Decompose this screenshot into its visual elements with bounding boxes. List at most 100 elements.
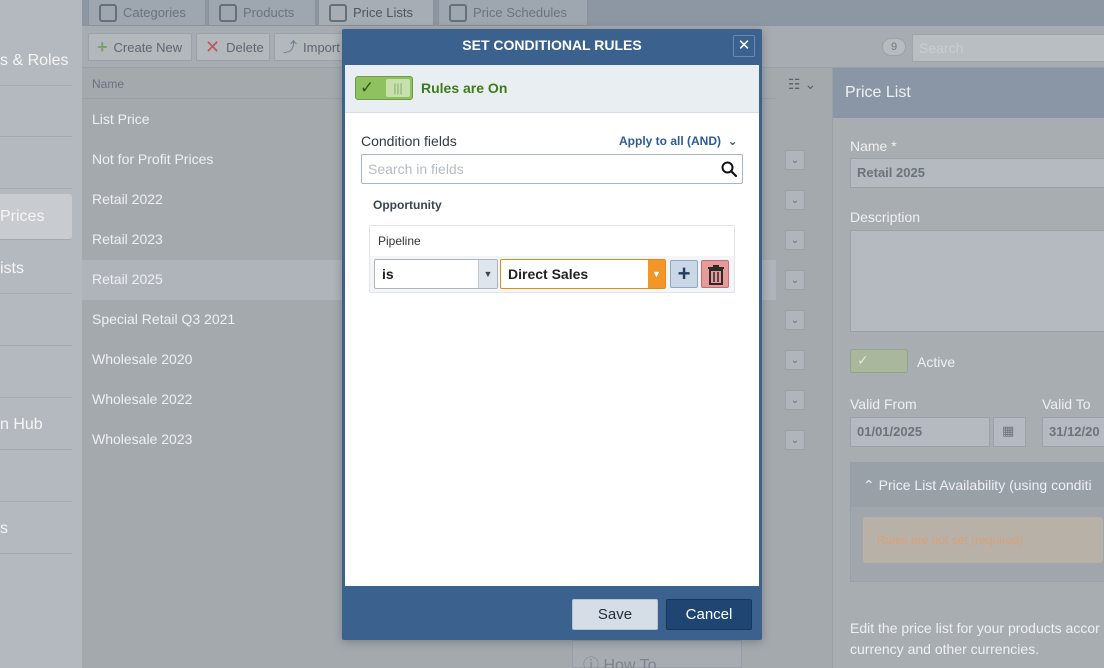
- value-select[interactable]: Direct Sales ▼: [500, 259, 666, 289]
- row-menu-chevron-icon[interactable]: ⌄: [785, 270, 805, 290]
- calendar-icon[interactable]: ▦: [993, 417, 1026, 447]
- detail-footer-text: Edit the price list for your products ac…: [850, 620, 1100, 657]
- detail-title: Price List: [833, 68, 1104, 118]
- active-toggle[interactable]: ✓: [850, 349, 908, 373]
- sidebar-item[interactable]: [0, 87, 72, 137]
- search-input[interactable]: [368, 160, 708, 178]
- x-icon: ✕: [205, 36, 221, 57]
- button-label: Import: [303, 39, 340, 55]
- sidebar-item-label: Prices: [0, 207, 45, 225]
- sidebar-item[interactable]: [0, 296, 72, 346]
- price-list-icon: [329, 3, 347, 22]
- check-icon: ✓: [360, 78, 375, 97]
- tab-categories[interactable]: Categories: [88, 0, 206, 26]
- valid-to-label: Valid To: [1042, 396, 1091, 412]
- sidebar-item-label: s: [0, 519, 8, 537]
- toggle-knob: |||: [386, 79, 410, 97]
- box-icon: [219, 3, 237, 22]
- rule-card: Pipeline is ▼ Direct Sales ▼ +: [369, 225, 735, 293]
- description-label: Description: [850, 209, 921, 225]
- dialog-body: ✓ ||| Rules are On Condition fields Appl…: [345, 65, 759, 586]
- how-to-panel[interactable]: ⓘ How To: [572, 640, 742, 668]
- sidebar-item-label: s & Roles: [0, 51, 69, 69]
- row-menu-chevron-icon[interactable]: ⌄: [785, 390, 805, 410]
- sidebar-item-users-roles[interactable]: s & Roles: [0, 36, 72, 86]
- row-menu-chevron-icon[interactable]: ⌄: [785, 350, 805, 370]
- value-text: Direct Sales: [508, 266, 589, 282]
- tab-bar: Categories Products Price Lists Price Sc…: [82, 0, 1104, 26]
- check-icon: ✓: [857, 352, 869, 368]
- chevron-down-icon: ⌄: [724, 134, 738, 148]
- dollar-icon: [449, 3, 467, 22]
- add-rule-button[interactable]: +: [670, 260, 698, 288]
- row-menu-chevron-icon[interactable]: ⌄: [785, 430, 805, 450]
- search-icon[interactable]: [720, 160, 738, 178]
- description-field[interactable]: [850, 230, 1104, 332]
- name-field[interactable]: Retail 2025: [850, 158, 1104, 188]
- sidebar-item-prices[interactable]: Prices: [0, 194, 72, 240]
- operator-select[interactable]: is ▼: [374, 259, 498, 289]
- sidebar: s & Roles Prices ists n Hub s: [0, 0, 82, 668]
- button-label: Create New: [113, 39, 183, 55]
- set-conditional-rules-dialog: SET CONDITIONAL RULES ✕ ✓ ||| Rules are …: [342, 29, 762, 640]
- row-menu-chevron-icon[interactable]: ⌄: [785, 230, 805, 250]
- active-label: Active: [917, 354, 956, 370]
- availability-header[interactable]: ⌃ Price List Availability (using conditi: [851, 463, 1104, 507]
- row-menu-chevron-icon[interactable]: ⌄: [785, 310, 805, 330]
- apply-all-dropdown[interactable]: Apply to all (AND) ⌄: [619, 134, 738, 148]
- close-icon[interactable]: ✕: [733, 35, 755, 57]
- tab-price-schedules[interactable]: Price Schedules: [438, 0, 588, 26]
- record-count-badge: 9: [882, 38, 906, 56]
- trash-icon: [708, 265, 724, 285]
- field-search-box: [361, 154, 743, 184]
- tab-label: Price Schedules: [473, 5, 567, 20]
- tab-label: Products: [243, 5, 295, 20]
- dialog-footer: Save Cancel: [342, 586, 762, 640]
- rules-toggle[interactable]: ✓ |||: [355, 76, 413, 100]
- operator-value: is: [382, 266, 394, 282]
- row-menu-chevron-icon[interactable]: ⌄: [785, 190, 805, 210]
- rule-field-name: Pipeline: [370, 226, 734, 256]
- help-icon: ⓘ: [583, 657, 600, 668]
- sidebar-item[interactable]: s: [0, 504, 72, 554]
- chevron-up-icon: ⌃: [863, 477, 875, 493]
- name-label: Name *: [850, 138, 897, 154]
- delete-button[interactable]: ✕ Delete: [196, 33, 270, 61]
- group-title-opportunity: Opportunity: [373, 198, 442, 212]
- sidebar-item[interactable]: [0, 139, 72, 189]
- delete-rule-button[interactable]: [701, 260, 729, 288]
- tab-label: Price Lists: [353, 5, 413, 20]
- availability-section: ⌃ Price List Availability (using conditi…: [850, 462, 1104, 582]
- import-button[interactable]: ⤴ Import: [274, 33, 344, 61]
- sidebar-item[interactable]: [0, 348, 72, 398]
- column-options-icon[interactable]: ☷ ⌄: [788, 76, 822, 96]
- cancel-button[interactable]: Cancel: [666, 599, 752, 630]
- how-to-label: How To: [603, 657, 657, 668]
- plus-icon: +: [677, 261, 691, 286]
- chevron-down-icon: ▼: [478, 260, 497, 288]
- valid-to-field[interactable]: 31/12/20: [1042, 417, 1104, 447]
- plus-icon: +: [97, 36, 108, 57]
- sidebar-item-hub[interactable]: n Hub: [0, 400, 72, 450]
- dialog-title: SET CONDITIONAL RULES: [462, 37, 642, 53]
- availability-title: Price List Availability (using conditi: [878, 477, 1092, 493]
- rules-status-label: Rules are On: [421, 80, 508, 96]
- rules-status-bar: ✓ ||| Rules are On: [345, 65, 759, 113]
- save-button[interactable]: Save: [572, 599, 658, 630]
- tab-products[interactable]: Products: [208, 0, 316, 26]
- tab-label: Categories: [123, 5, 186, 20]
- chevron-down-icon: ▼: [648, 260, 665, 288]
- create-new-button[interactable]: + Create New: [88, 33, 192, 61]
- search-input[interactable]: Search: [912, 34, 1104, 62]
- price-list-detail-panel: Price List Name * Retail 2025 Descriptio…: [832, 68, 1104, 668]
- valid-from-field[interactable]: 01/01/2025: [850, 417, 990, 447]
- tab-price-lists[interactable]: Price Lists: [318, 0, 434, 26]
- availability-warning: Rules are not set (required): [863, 517, 1103, 563]
- sidebar-item-label: ists: [0, 259, 24, 277]
- apply-all-label: Apply to all (AND): [619, 134, 721, 148]
- valid-from-label: Valid From: [850, 396, 917, 412]
- sidebar-item-label: n Hub: [0, 415, 43, 433]
- row-menu-chevron-icon[interactable]: ⌄: [785, 150, 805, 170]
- sidebar-item[interactable]: [0, 452, 72, 502]
- sidebar-item-lists[interactable]: ists: [0, 244, 72, 294]
